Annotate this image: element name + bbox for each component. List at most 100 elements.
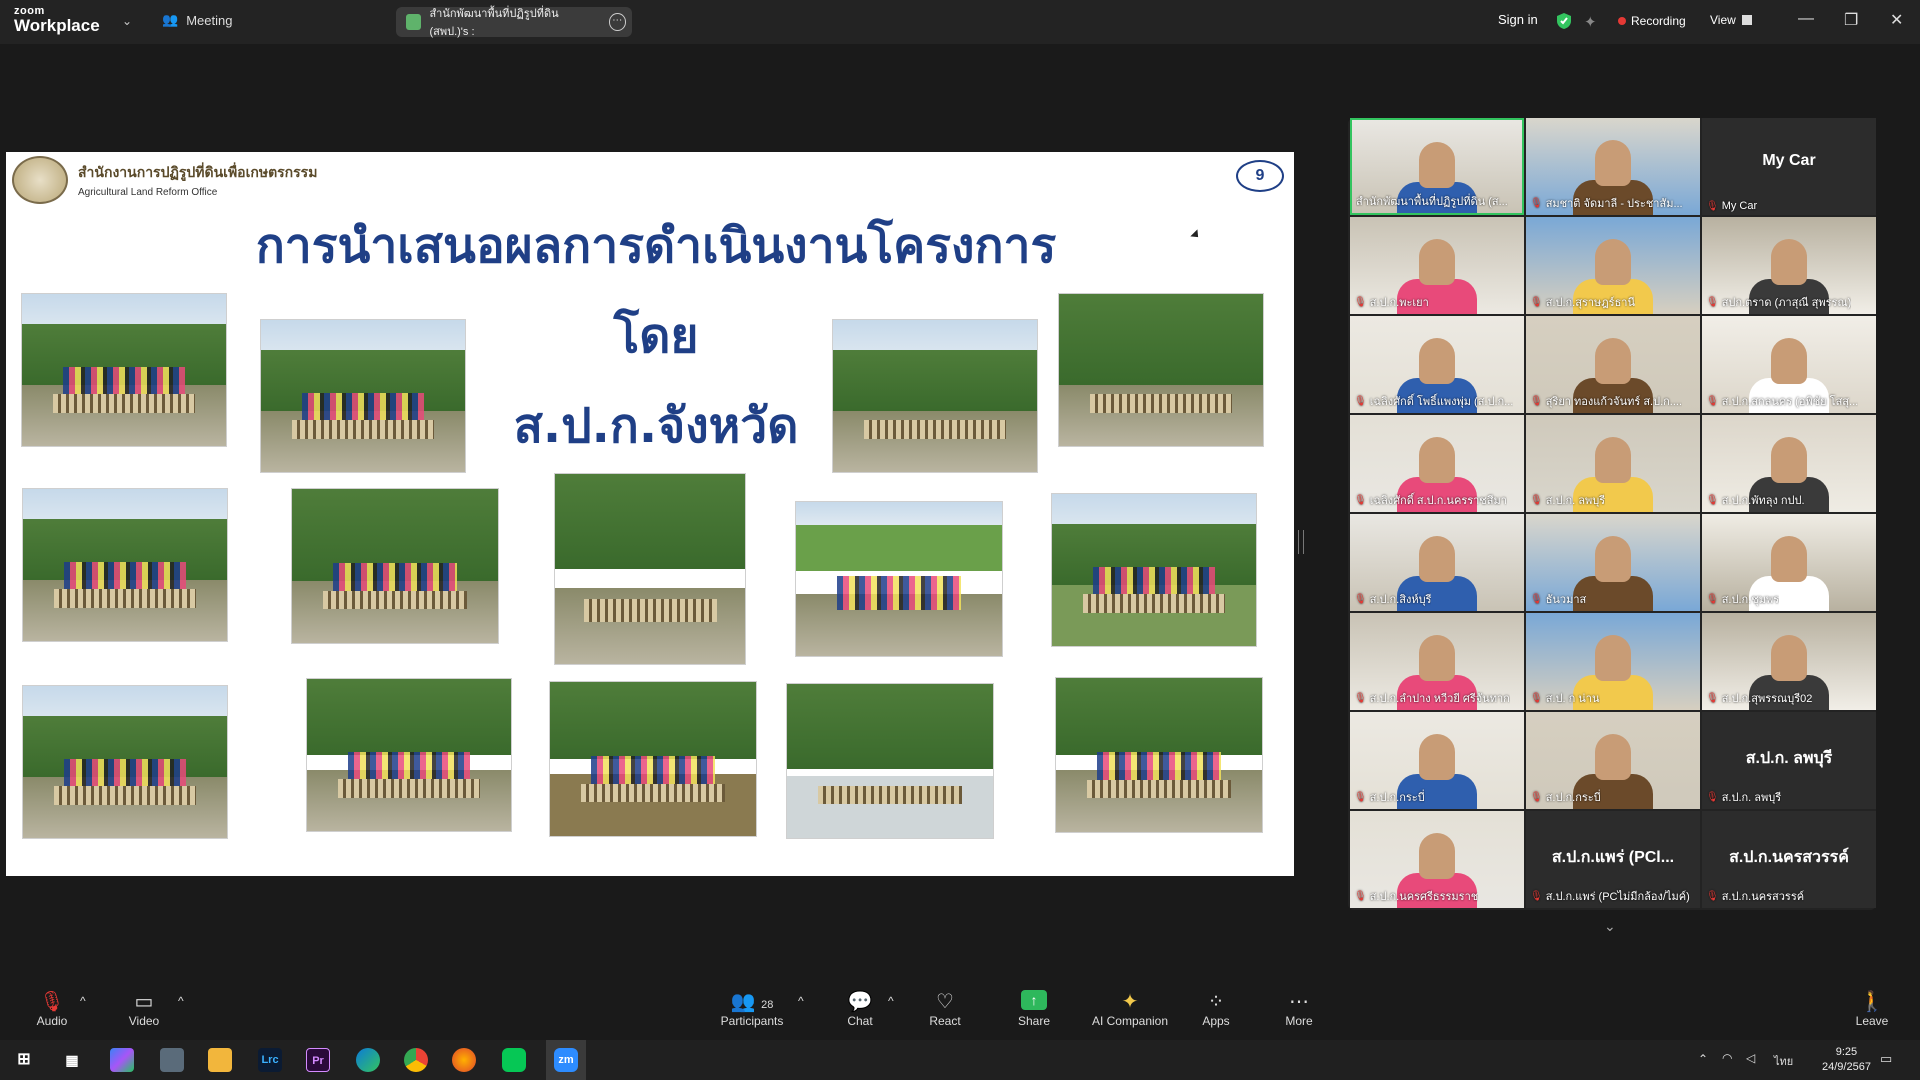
windows-start-icon[interactable]: ⊞ (12, 1048, 36, 1072)
notification-icon[interactable]: ▭ (1880, 1051, 1892, 1067)
mic-muted-icon: 🎙 (1530, 395, 1543, 407)
participant-name-label: 🎙 เฉลิงศักดิ์ โพธิ์แพงพุ่ม (ส.ป.ก... (1354, 392, 1513, 410)
sparkle-icon[interactable]: ✦ (1584, 13, 1597, 31)
minimize-icon[interactable]: — (1798, 10, 1814, 28)
chevron-down-icon[interactable]: ⌄ (1604, 918, 1616, 935)
copilot-icon[interactable] (110, 1048, 134, 1072)
participant-face (1419, 635, 1455, 681)
participant-name-label: 🎙 ส.ป.ก.แพร่ (PCไม่มีกล้อง/ไมค์) (1530, 887, 1690, 905)
participant-face (1419, 833, 1455, 879)
participant-tile[interactable]: 🎙 ส.ป.ก.ชุมพร (1702, 514, 1876, 611)
restore-icon[interactable]: ❐ (1844, 10, 1858, 30)
project-photo (786, 683, 994, 839)
participant-tile[interactable]: 🎙 ส.ป.ก.พะเยา (1350, 217, 1524, 314)
participant-name: ส.ป.ก.กระบี่ (1545, 792, 1601, 804)
participant-tile[interactable]: 🎙 ส.ป.ก.สกลนคร (อพิชัย โสสุ... (1702, 316, 1876, 413)
participant-tile[interactable]: ส.ป.ก.นครสวรรค์ 🎙 ส.ป.ก.นครสวรรค์ (1702, 811, 1876, 908)
react-button[interactable]: ♡ React (928, 990, 962, 1028)
participant-tile[interactable]: ส.ป.ก.แพร่ (PCl... 🎙 ส.ป.ก.แพร่ (PCไม่มีกล… (1526, 811, 1700, 908)
participant-name-label: 🎙 ส.ป.ก.กระบี่ (1354, 788, 1425, 806)
file-explorer-icon[interactable] (208, 1048, 232, 1072)
project-photo (260, 319, 466, 473)
participant-name-label: 🎙 สุริยา ทองแก้วจันทร์ ส.ป.ก.... (1530, 392, 1682, 410)
participants-options-caret[interactable]: ^ (798, 994, 804, 1008)
chevron-up-icon[interactable]: ⌃ (1698, 1052, 1708, 1066)
participant-name-label: 🎙 ส.ป.ก.สุพรรณบุรี02 (1706, 689, 1812, 707)
chat-button[interactable]: 💬 Chat (844, 990, 876, 1028)
participant-tile[interactable]: 🎙 สมชาติ จัดมาลี - ประชาสัม... (1526, 118, 1700, 215)
participant-tile[interactable]: 🎙 สุริยา ทองแก้วจันทร์ ส.ป.ก.... (1526, 316, 1700, 413)
recording-indicator[interactable]: Recording (1618, 14, 1686, 28)
chevron-down-icon[interactable]: ⌄ (122, 14, 132, 28)
participant-tile[interactable]: 🎙 ธันวมาส (1526, 514, 1700, 611)
mic-muted-icon: 🎙 (1706, 395, 1719, 407)
line-app-icon[interactable] (502, 1048, 526, 1072)
project-photo (21, 293, 227, 447)
participant-tile[interactable]: 🎙 เฉลิงศักดิ์ ส.ป.ก.นครราชสีมา (1350, 415, 1524, 512)
more-icon[interactable]: ⋯ (608, 13, 627, 31)
participant-tile[interactable]: สำนักพัฒนาพื้นที่ปฏิรูปที่ดิน (ส... (1350, 118, 1524, 215)
ai-companion-button[interactable]: ✦ AI Companion (1090, 990, 1170, 1028)
participant-tile[interactable]: 🎙 ส.ป.ก.สุราษฎร์ธานี (1526, 217, 1700, 314)
participant-tile[interactable]: 🎙 ส.ป.ก.พัทลุง กปป. (1702, 415, 1876, 512)
participant-tile[interactable]: 🎙 ส.ป.ก.นครศรีธรรมราช (1350, 811, 1524, 908)
participant-name-label: 🎙 ส.ป.ก.ชุมพร (1706, 590, 1779, 608)
participant-name-label: 🎙 ธันวมาส (1530, 590, 1586, 608)
participant-name: ส.ป.ก.สุพรรณบุรี02 (1721, 693, 1813, 705)
audio-button[interactable]: 🎙 Audio (34, 990, 70, 1028)
participant-tile[interactable]: ส.ป.ก. ลพบุรี 🎙 ส.ป.ก. ลพบุรี (1702, 712, 1876, 809)
participant-name: สมชาติ จัดมาลี - ประชาสัม... (1545, 198, 1683, 210)
participant-tile[interactable]: 🎙 สปก.ตราด (ภาสุณี สุพรรณ) (1702, 217, 1876, 314)
leave-button[interactable]: 🚶 Leave (1854, 990, 1890, 1028)
zoom-taskbar-item[interactable]: zm (546, 1040, 586, 1080)
participant-name-label: 🎙 ส.ป.ก.พะเยา (1354, 293, 1429, 311)
shared-screen-tab[interactable]: สำนักพัฒนาพื้นที่ปฏิรูปที่ดิน (สพป.)'s :… (396, 7, 632, 38)
language-indicator[interactable]: ไทย (1774, 1052, 1793, 1070)
participant-name: ส.ป.ก.กระบี่ (1369, 792, 1425, 804)
chat-options-caret[interactable]: ^ (888, 994, 894, 1008)
participant-name-label: 🎙 ส.ป.ก. ลพบุรี (1706, 788, 1781, 806)
project-photo (291, 488, 499, 644)
participant-tile[interactable]: 🎙 ส.ป.ก. ลพบุรี (1526, 415, 1700, 512)
participant-tile[interactable]: 🎙 ส.ป.ก.สุพรรณบุรี02 (1702, 613, 1876, 710)
lightroom-classic-icon[interactable]: Lrc (258, 1048, 282, 1072)
project-photo (1051, 493, 1257, 647)
participant-tile[interactable]: 🎙 ส.ป.ก.กระบี่ (1350, 712, 1524, 809)
title-bar: zoom Workplace ⌄ 👥 Meeting สำนักพัฒนาพื้… (0, 0, 1920, 44)
participant-name-label: 🎙 ส.ป.ก.นครศรีธรรมราช (1354, 887, 1478, 905)
mic-muted-icon: 🎙 (1354, 890, 1367, 902)
participant-tile[interactable]: My Car 🎙 My Car (1702, 118, 1876, 215)
project-photo (22, 488, 228, 642)
video-options-caret[interactable]: ^ (178, 994, 184, 1008)
participant-tile[interactable]: 🎙 ส.ป.ก.ลำปาง หวีวยี ศรีจันทาก (1350, 613, 1524, 710)
sign-in-button[interactable]: Sign in (1498, 12, 1538, 27)
premiere-pro-icon[interactable]: Pr (306, 1048, 330, 1072)
security-shield-icon[interactable] (1556, 12, 1572, 30)
task-view-icon[interactable]: ▦ (60, 1048, 84, 1072)
participants-button[interactable]: 👥 28 Participants (716, 990, 788, 1028)
speaker-icon[interactable]: ◁ (1746, 1051, 1755, 1065)
view-button[interactable]: View (1710, 13, 1752, 27)
participant-tile[interactable]: 🎙 เฉลิงศักดิ์ โพธิ์แพงพุ่ม (ส.ป.ก... (1350, 316, 1524, 413)
shared-slide: สำนักงานการปฏิรูปที่ดินเพื่อเกษตรกรรม Ag… (6, 152, 1294, 876)
participant-tile[interactable]: 🎙 ส.ป.ก.กระบี่ (1526, 712, 1700, 809)
share-button[interactable]: ↑ Share (1016, 990, 1052, 1028)
share-arrow-icon: ↑ (1021, 990, 1047, 1010)
participant-tile[interactable]: 🎙 ส.ป. ก น่าน (1526, 613, 1700, 710)
more-button[interactable]: ⋯ More (1282, 990, 1316, 1028)
audio-options-caret[interactable]: ^ (80, 994, 86, 1008)
system-tool-icon[interactable] (160, 1048, 184, 1072)
project-photo (832, 319, 1038, 473)
close-icon[interactable]: ✕ (1890, 10, 1903, 30)
participant-face (1595, 437, 1631, 483)
resize-handle[interactable] (1298, 530, 1304, 554)
clock[interactable]: 9:25 24/9/2567 (1822, 1045, 1871, 1075)
wifi-icon[interactable]: ◠ (1722, 1051, 1732, 1065)
chrome-icon[interactable] (404, 1048, 428, 1072)
participant-tile[interactable]: 🎙 ส.ป.ก.สิงห์บุรี (1350, 514, 1524, 611)
apps-button[interactable]: ⁘ Apps (1200, 990, 1232, 1028)
meeting-menu[interactable]: 👥 Meeting (162, 12, 232, 28)
firefox-icon[interactable] (452, 1048, 476, 1072)
video-button[interactable]: ▭ Video (124, 990, 164, 1028)
edge-browser-icon[interactable] (356, 1048, 380, 1072)
